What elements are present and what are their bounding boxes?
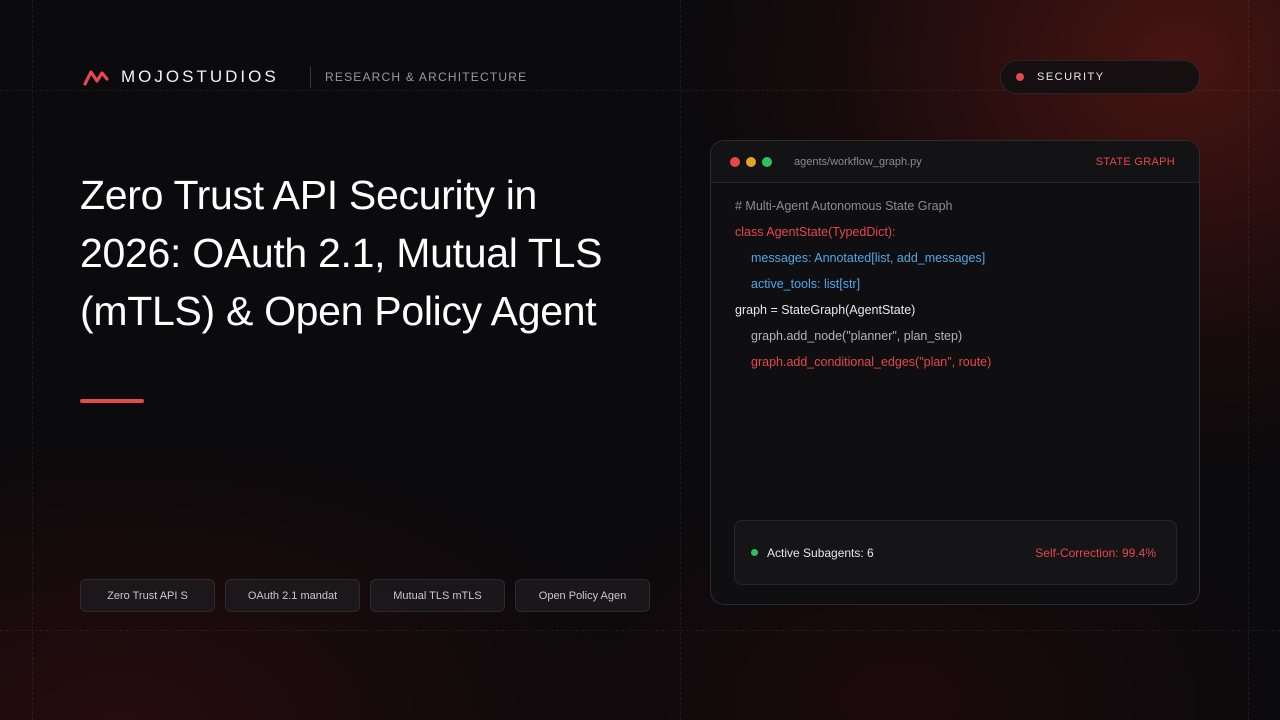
category-pill[interactable]: SECURITY	[1000, 60, 1200, 94]
brand-subtitle: RESEARCH & ARCHITECTURE	[325, 70, 528, 84]
window-badge: STATE GRAPH	[1095, 156, 1175, 168]
title-line: (mTLS) & Open Policy Agent	[80, 288, 597, 334]
self-correction-label: Self-Correction: 99.4%	[1035, 545, 1156, 560]
tag-chip[interactable]: OAuth 2.1 mandat	[225, 579, 360, 612]
code-line: # Multi-Agent Autonomous State Graph	[735, 199, 953, 213]
code-line: active_tools: list[str]	[751, 277, 861, 291]
accent-divider	[80, 399, 144, 403]
active-status-dot-icon	[751, 549, 758, 556]
window-titlebar: agents/workflow_graph.py STATE GRAPH	[711, 141, 1199, 183]
code-line: class AgentState(TypedDict):	[735, 225, 896, 239]
mojostudios-logo-icon	[83, 70, 109, 86]
active-subagents-label: Active Subagents: 6	[767, 545, 874, 560]
title-line: 2026: OAuth 2.1, Mutual TLS	[80, 230, 603, 276]
code-line: graph = StateGraph(AgentState)	[735, 303, 916, 317]
tag-chip[interactable]: Open Policy Agen	[515, 579, 650, 612]
tag-list: Zero Trust API S OAuth 2.1 mandat Mutual…	[80, 579, 650, 612]
code-line: messages: Annotated[list, add_messages]	[751, 251, 986, 265]
brand-name: MOJOSTUDIOS	[121, 67, 279, 86]
maximize-dot-icon[interactable]	[762, 156, 772, 167]
status-dot-icon	[1016, 73, 1024, 81]
minimize-dot-icon[interactable]	[746, 156, 756, 167]
page-title: Zero Trust API Security in 2026: OAuth 2…	[80, 166, 660, 340]
code-line: graph.add_conditional_edges("plan", rout…	[751, 355, 992, 369]
code-line: graph.add_node("planner", plan_step)	[751, 329, 963, 343]
status-panel: Active Subagents: 6 Self-Correction: 99.…	[734, 520, 1177, 585]
code-block: # Multi-Agent Autonomous State Graph cla…	[735, 197, 991, 379]
title-line: Zero Trust API Security in	[80, 172, 538, 218]
window-filename: agents/workflow_graph.py	[794, 155, 922, 168]
tag-chip[interactable]: Mutual TLS mTLS	[370, 579, 505, 612]
tag-chip[interactable]: Zero Trust API S	[80, 579, 215, 612]
close-dot-icon[interactable]	[730, 156, 740, 167]
code-window: agents/workflow_graph.py STATE GRAPH # M…	[710, 140, 1200, 605]
brand-divider	[310, 66, 311, 88]
category-label: SECURITY	[1037, 71, 1105, 83]
brand[interactable]: MOJOSTUDIOS	[83, 66, 279, 88]
